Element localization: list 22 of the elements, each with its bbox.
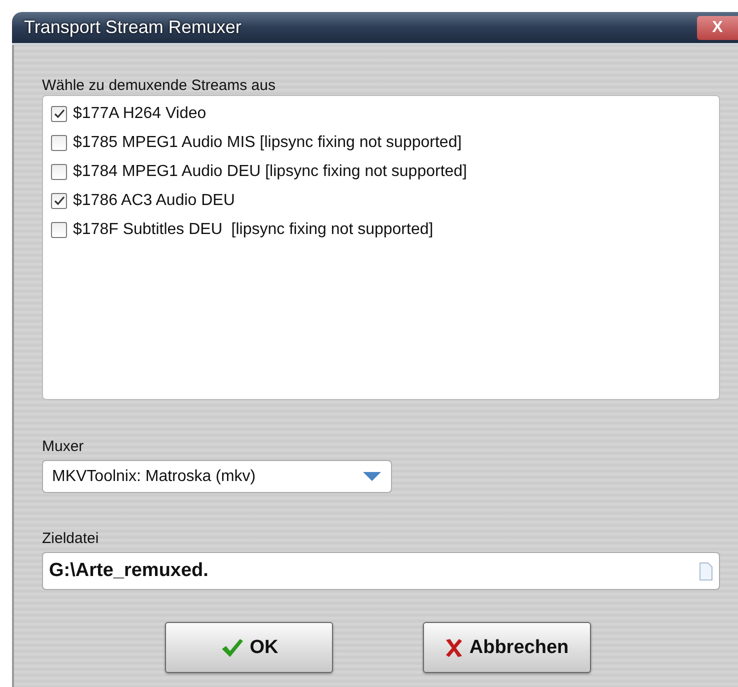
target-label: Zieldatei bbox=[42, 530, 100, 547]
target-file-field[interactable]: G:\Arte_remuxed. bbox=[42, 552, 720, 590]
muxer-label: Muxer bbox=[42, 438, 85, 455]
stream-label: $1786 AC3 Audio DEU bbox=[73, 192, 235, 210]
stream-label: $1784 MPEG1 Audio DEU [lipsync fixing not supported] bbox=[73, 162, 467, 180]
streams-label: Wähle zu demuxende Streams aus bbox=[42, 77, 276, 94]
ok-button[interactable]: OK bbox=[165, 622, 333, 673]
stream-label: $178F Subtitles DEU [lipsync fixing not supported] bbox=[73, 220, 434, 238]
checkbox[interactable] bbox=[51, 192, 67, 208]
checkbox[interactable] bbox=[51, 222, 67, 238]
checkbox[interactable] bbox=[51, 134, 67, 150]
checkbox[interactable] bbox=[51, 106, 67, 122]
stream-label: $177A H264 Video bbox=[73, 104, 206, 122]
cancel-button[interactable]: Abbrechen bbox=[423, 622, 591, 673]
muxer-dropdown[interactable]: MKVToolnix: Matroska (mkv) bbox=[42, 460, 392, 493]
cross-icon bbox=[445, 638, 464, 658]
stream-label: $1785 MPEG1 Audio MIS [lipsync fixing not supported] bbox=[73, 134, 462, 152]
dropdown-arrow-icon bbox=[362, 471, 382, 482]
checkbox[interactable] bbox=[51, 164, 67, 180]
close-button[interactable]: X bbox=[697, 16, 738, 40]
window-title: Transport Stream Remuxer bbox=[23, 17, 242, 38]
checkmark-icon bbox=[220, 636, 244, 658]
